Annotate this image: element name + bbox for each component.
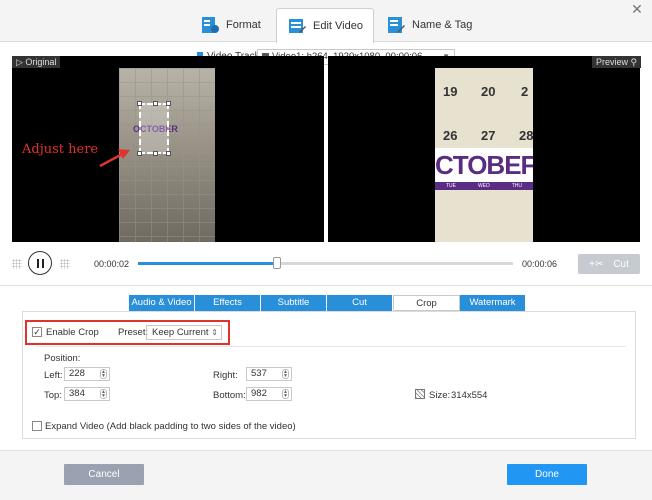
size-label: Size:: [429, 390, 451, 401]
original-viewer: OCTOBER Adjust here: [12, 56, 324, 242]
calendar-number: 26: [443, 128, 458, 143]
right-input[interactable]: 537 ▲ ▼: [246, 367, 292, 381]
crop-handle-bottom-right[interactable]: [166, 151, 171, 156]
spinner-arrows-icon[interactable]: ▲ ▼: [100, 369, 107, 379]
panel-divider: [36, 346, 626, 347]
crop-handle-top-right[interactable]: [166, 101, 171, 106]
checkmark-icon: ✓: [33, 327, 41, 337]
crop-handle-bottom-left[interactable]: [137, 151, 142, 156]
crop-handle-top-left[interactable]: [137, 101, 142, 106]
playback-bar: 00:00:02 00:00:06 +✂ Cut: [0, 250, 652, 278]
preset-select[interactable]: Keep Current ⇕: [146, 325, 222, 340]
original-badge: ▷ Original: [12, 56, 61, 68]
progress-fill: [138, 262, 277, 265]
month-text-preview: CTOBEF: [435, 148, 533, 182]
tab-format-label: Format: [226, 19, 261, 31]
spinner-arrows-icon[interactable]: ▲ ▼: [282, 389, 289, 399]
resize-icon: [415, 389, 425, 399]
pause-button[interactable]: [28, 251, 52, 275]
format-icon: [202, 17, 219, 33]
pause-icon-bar: [41, 258, 44, 268]
tab-name-tag-label: Name & Tag: [412, 19, 473, 31]
edit-video-icon: [289, 19, 306, 33]
subtab-cut[interactable]: Cut: [327, 295, 393, 311]
calendar-number: 28: [519, 128, 533, 143]
bottom-input[interactable]: 982 ▲ ▼: [246, 387, 292, 401]
tab-edit-video-label: Edit Video: [313, 20, 363, 32]
preview-viewer: 19 20 2 26 27 28 CTOBEF TUE WED THU: [328, 56, 640, 242]
crop-handle-bottom[interactable]: [153, 151, 158, 156]
calendar-number: 19: [443, 84, 458, 99]
subtab-subtitle[interactable]: Subtitle: [261, 295, 327, 311]
size-value: 314x554: [451, 390, 488, 401]
position-label: Position:: [44, 353, 81, 364]
calendar-number: 2: [521, 84, 529, 99]
divider: [0, 285, 652, 286]
preview-video-frame: 19 20 2 26 27 28 CTOBEF TUE WED THU: [435, 68, 533, 242]
right-label: Right:: [213, 370, 238, 381]
cut-button[interactable]: +✂ Cut: [578, 254, 640, 274]
play-triangle-icon: ▷: [16, 57, 26, 67]
chevron-updown-icon: ⇕: [211, 328, 218, 337]
subtab-audio-video[interactable]: Audio & Video: [129, 295, 195, 311]
grid-right-icon: [60, 259, 70, 269]
spinner-arrows-icon[interactable]: ▲ ▼: [100, 389, 107, 399]
annotation-arrow-icon: [99, 149, 130, 168]
left-input[interactable]: 228 ▲ ▼: [64, 367, 110, 381]
bottom-label: Bottom:: [213, 390, 246, 401]
enable-crop-checkbox[interactable]: ✓: [32, 327, 42, 337]
subtab-crop[interactable]: Crop: [393, 295, 460, 311]
done-button[interactable]: Done: [507, 464, 587, 485]
tab-format[interactable]: Format: [190, 8, 271, 42]
preset-label: Preset:: [118, 327, 149, 338]
pause-icon: [36, 258, 39, 268]
top-label: Top:: [44, 390, 62, 401]
scissors-icon: +✂: [589, 258, 604, 270]
cancel-button[interactable]: Cancel: [64, 464, 144, 485]
close-icon[interactable]: ✕: [630, 2, 644, 16]
edit-subtabs: Audio & Video Effects Subtitle Cut Crop …: [129, 295, 526, 311]
progress-track[interactable]: [138, 257, 513, 269]
spinner-arrows-icon[interactable]: ▲ ▼: [282, 369, 289, 379]
calendar-number: 20: [481, 84, 496, 99]
name-tag-icon: [388, 17, 405, 33]
weekday-row: TUE WED THU: [435, 182, 533, 190]
progress-knob[interactable]: [272, 257, 281, 269]
calendar-number: 27: [481, 128, 496, 143]
magnifier-icon: ⚲: [628, 57, 638, 67]
grid-left-icon: [12, 259, 22, 269]
top-tab-bar: ✕ Format Edit Video Name & Tag: [0, 0, 652, 43]
top-input[interactable]: 384 ▲ ▼: [64, 387, 110, 401]
preview-badge: Preview ⚲: [592, 56, 642, 68]
expand-video-label: Expand Video (Add black padding to two s…: [45, 421, 296, 432]
crop-handle-top[interactable]: [153, 101, 158, 106]
adjust-here-annotation: Adjust here: [22, 142, 99, 157]
crop-selection-box[interactable]: [137, 101, 171, 156]
end-time: 00:00:06: [522, 259, 558, 269]
expand-video-checkbox[interactable]: [32, 421, 42, 431]
subtab-effects[interactable]: Effects: [195, 295, 261, 311]
original-video-frame: OCTOBER: [119, 68, 215, 242]
current-time: 00:00:02: [94, 259, 130, 269]
left-label: Left:: [44, 370, 63, 381]
tab-name-tag[interactable]: Name & Tag: [376, 8, 482, 42]
tab-edit-video[interactable]: Edit Video: [276, 8, 374, 43]
enable-crop-label: Enable Crop: [46, 327, 99, 338]
subtab-watermark[interactable]: Watermark: [460, 295, 526, 311]
